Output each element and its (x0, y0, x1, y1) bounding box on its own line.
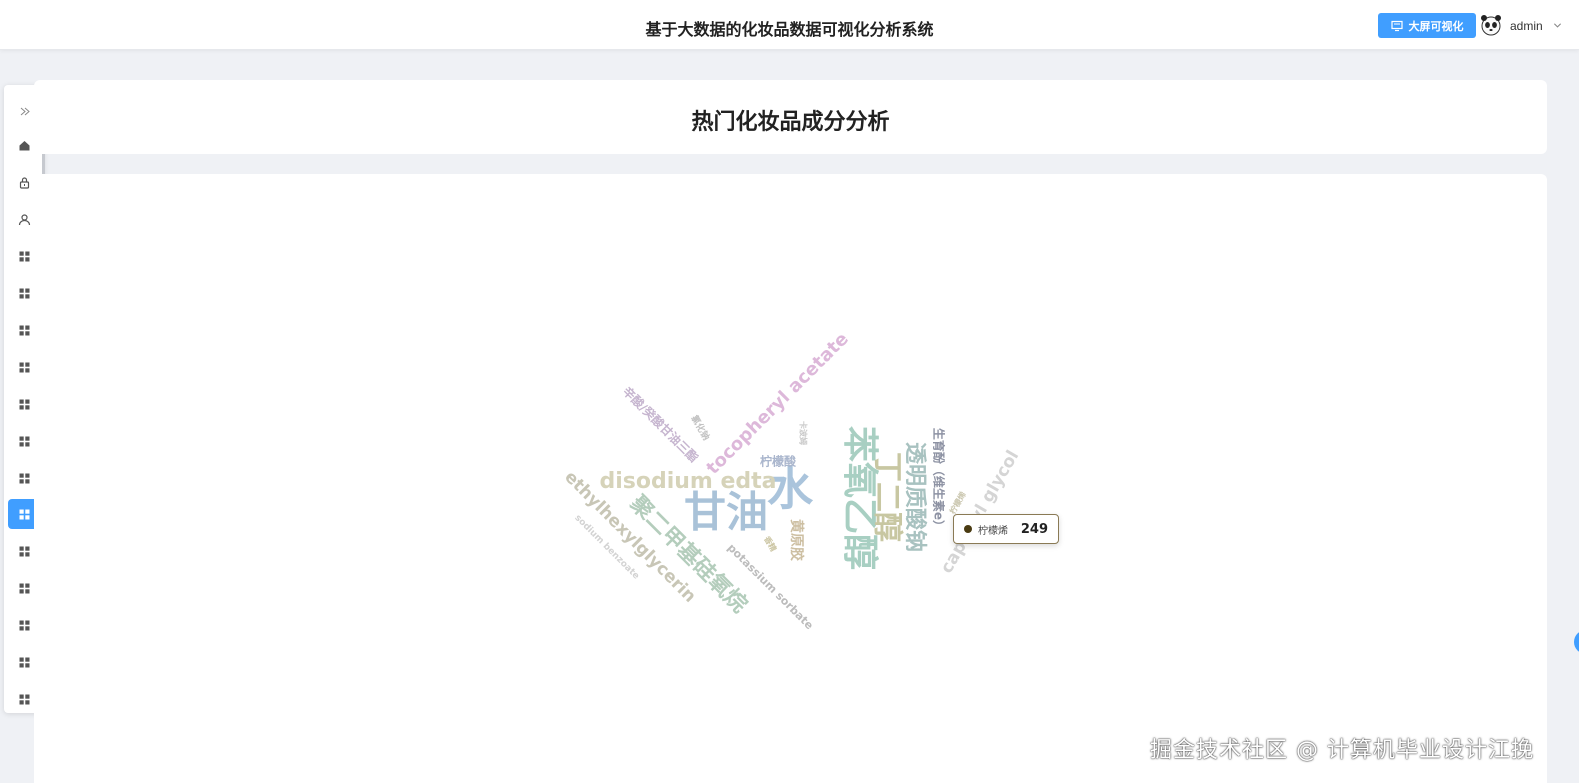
word-3[interactable]: 丁二醇 (870, 452, 905, 542)
watermark: 掘金技术社区 @ 计算机毕业设计江挽 (1150, 738, 1534, 763)
tooltip-marker (964, 525, 972, 533)
word-13[interactable]: 辛酸/癸酸甘油三酯 (620, 383, 702, 465)
tooltip-value: 249 (1020, 521, 1048, 537)
chart-tooltip: 柠檬烯 249 (953, 514, 1059, 544)
word-10[interactable]: 生育酚（维生素e） (932, 428, 947, 532)
word-4[interactable]: 透明质酸钠 (902, 442, 927, 552)
word-6[interactable]: disodium edta (599, 469, 776, 494)
word-14[interactable]: 柠檬酸 (760, 454, 797, 469)
word-11[interactable]: 黄原胶 (788, 519, 805, 561)
word-cloud-chart: 水甘油 苯氧乙醇丁二醇透明质酸钠聚二甲基硅氧烷disodium edtatocop… (560, 328, 1023, 632)
word-1[interactable]: 甘油 (684, 488, 768, 537)
word-16[interactable]: 氯化钠 (688, 413, 712, 442)
word-18[interactable]: 柠檬烯 (947, 490, 968, 516)
tooltip-label: 柠檬烯 (978, 525, 1008, 537)
word-17[interactable]: 卡波姆 (799, 421, 809, 445)
